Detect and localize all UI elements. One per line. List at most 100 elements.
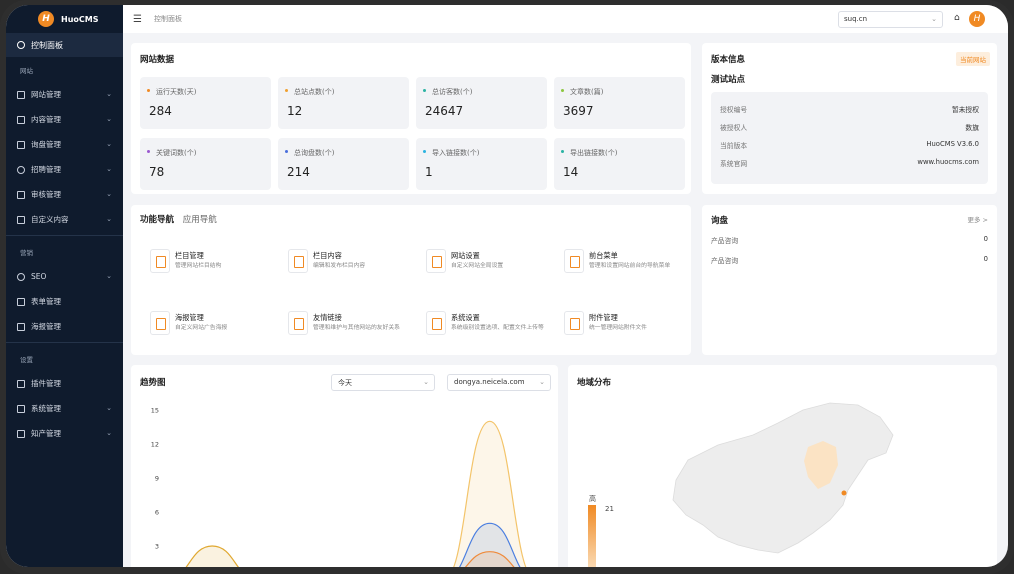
y-tick-label: 9 <box>155 475 159 483</box>
map-card: 地域分布 高 21 <box>568 365 997 567</box>
sidebar-item-review-management[interactable]: 审核管理 ⌄ <box>6 182 123 207</box>
feature-nav-item[interactable]: 海报管理 自定义网站广告海报 <box>145 311 275 351</box>
site-select-value: suq.cn <box>844 15 868 23</box>
feature-nav-item[interactable]: 栏目管理 管理网站栏目结构 <box>145 249 275 289</box>
stat-dot-icon <box>147 150 150 153</box>
sidebar-item-label: 自定义内容 <box>31 215 69 224</box>
row-label: 被授权人 <box>720 124 748 132</box>
nav-item-name: 附件管理 <box>589 313 618 322</box>
app-screen: H HuoCMS 控制面板 网站 网站管理 ⌄ 内容管理 ⌄ 询盘管理 ⌄ 招聘管理 ⌄… <box>6 5 1008 567</box>
tab-feature-nav[interactable]: 功能导航 <box>140 215 174 225</box>
inquiry-row[interactable]: 产品咨询 0 <box>711 235 988 245</box>
sidebar-item-plugin-management[interactable]: 插件管理 <box>6 371 123 396</box>
card-title: 询盘 <box>711 216 729 226</box>
sidebar-item-form-management[interactable]: 表单管理 <box>6 289 123 314</box>
sidebar-item-label: 控制面板 <box>31 40 63 50</box>
browser-icon <box>17 90 25 99</box>
stat-card: 运行天数(天) 284 <box>140 77 271 129</box>
row-label: 产品咨询 <box>711 237 739 245</box>
version-row: 授权编号 暂未授权 <box>720 104 979 114</box>
plugin-icon <box>17 379 25 388</box>
stat-label: 总站点数(个) <box>294 88 335 96</box>
stat-dot-icon <box>423 89 426 92</box>
stat-card: 总访客数(个) 24647 <box>416 77 547 129</box>
stat-card: 关键词数(个) 78 <box>140 138 271 190</box>
card-title: 版本信息 <box>711 55 746 65</box>
chevron-down-icon: ⌄ <box>106 90 112 98</box>
tab-app-nav[interactable]: 应用导航 <box>183 215 217 225</box>
row-value: 0 <box>983 235 988 243</box>
sidebar-item-custom-content[interactable]: 自定义内容 ⌄ <box>6 207 123 232</box>
sidebar-section-title: 网站 <box>20 66 33 75</box>
table-icon <box>17 297 25 306</box>
row-label: 授权编号 <box>720 106 748 114</box>
home-icon[interactable]: ⌂ <box>954 13 960 23</box>
sidebar-item-dashboard[interactable]: 控制面板 <box>6 33 123 57</box>
menu-toggle-icon[interactable]: ☰ <box>133 14 142 25</box>
nav-item-name: 前台菜单 <box>589 251 618 260</box>
sidebar: H HuoCMS 控制面板 网站 网站管理 ⌄ 内容管理 ⌄ 询盘管理 ⌄ 招聘管理 ⌄… <box>6 5 123 567</box>
stat-value: 3697 <box>563 104 594 118</box>
sidebar-item-content-management[interactable]: 内容管理 ⌄ <box>6 107 123 132</box>
image-icon <box>17 115 25 124</box>
stat-label: 总询盘数(个) <box>294 149 335 157</box>
feature-nav-item[interactable]: 前台菜单 管理和设置网站前台的导航菜单 <box>559 249 689 289</box>
more-link[interactable]: 更多 > <box>967 214 988 224</box>
sidebar-item-label: 内容管理 <box>31 115 61 124</box>
y-tick-label: 15 <box>151 407 159 415</box>
sidebar-item-ip-management[interactable]: 知产管理 ⌄ <box>6 421 123 446</box>
document-icon <box>288 249 308 273</box>
feature-nav-item[interactable]: 网站设置 自定义网站全局设置 <box>421 249 551 289</box>
sidebar-divider <box>6 342 123 343</box>
chevron-down-icon: ⌄ <box>106 272 112 280</box>
map-legend-high: 高 <box>589 494 596 503</box>
sidebar-item-label: 海报管理 <box>31 322 61 331</box>
stat-value: 14 <box>563 165 579 179</box>
sidebar-item-label: 系统管理 <box>31 404 61 413</box>
sidebar-item-label: 表单管理 <box>31 297 61 306</box>
stat-label: 关键词数(个) <box>156 149 197 157</box>
sidebar-item-seo[interactable]: SEO ⌄ <box>6 264 123 289</box>
map-legend-bar <box>588 505 596 567</box>
feature-nav-item[interactable]: 友情链接 管理和维护与其他网站的友好关系 <box>283 311 413 351</box>
app-name: HuoCMS <box>61 14 99 24</box>
row-label: 系统官网 <box>720 160 748 168</box>
site-select[interactable]: suq.cn ⌄ <box>838 11 943 28</box>
chevron-down-icon: ⌄ <box>931 15 937 23</box>
nav-item-desc: 编辑和发布栏目内容 <box>313 263 366 269</box>
chevron-down-icon: ⌄ <box>106 140 112 148</box>
row-value: 数旗 <box>965 124 979 132</box>
stat-value: 12 <box>287 104 303 118</box>
dashboard-icon <box>17 41 25 49</box>
folder-icon <box>17 429 25 438</box>
trend-chart: 15 12 9 6 3 <box>151 407 527 567</box>
chevron-down-icon: ⌄ <box>106 190 112 198</box>
feature-nav-item[interactable]: 系统设置 系统级别设置选项、配置文件上传等 <box>421 311 551 351</box>
sidebar-item-site-management[interactable]: 网站管理 ⌄ <box>6 82 123 107</box>
card-title: 网站数据 <box>140 55 175 65</box>
stat-dot-icon <box>285 89 288 92</box>
sidebar-item-poster-management[interactable]: 海报管理 <box>6 314 123 339</box>
official-site-link[interactable]: www.huocms.com <box>917 158 979 166</box>
avatar[interactable]: H <box>969 11 985 27</box>
feature-nav-card: 功能导航 应用导航 栏目管理 管理网站栏目结构 栏目内容 编辑和发布栏目内容 网… <box>131 205 691 355</box>
sidebar-item-system-management[interactable]: 系统管理 ⌄ <box>6 396 123 421</box>
row-label: 产品咨询 <box>711 257 739 265</box>
feature-nav-item[interactable]: 栏目内容 编辑和发布栏目内容 <box>283 249 413 289</box>
stat-card: 文章数(篇) 3697 <box>554 77 685 129</box>
sidebar-item-label: SEO <box>31 272 47 281</box>
stat-dot-icon <box>147 89 150 92</box>
inquiry-row[interactable]: 产品咨询 0 <box>711 255 988 265</box>
sidebar-item-inquiry-management[interactable]: 询盘管理 ⌄ <box>6 132 123 157</box>
app-logo[interactable]: H HuoCMS <box>6 5 123 33</box>
sidebar-item-recruit-management[interactable]: 招聘管理 ⌄ <box>6 157 123 182</box>
message-icon <box>17 140 25 149</box>
feature-nav-item[interactable]: 附件管理 统一管理网站附件文件 <box>559 311 689 351</box>
stat-card: 总站点数(个) 12 <box>278 77 409 129</box>
map-legend-value: 21 <box>605 505 614 513</box>
row-value: 0 <box>983 255 988 263</box>
search-icon <box>17 272 25 281</box>
stat-card: 导出链接数(个) 14 <box>554 138 685 190</box>
row-value: 暂未授权 <box>951 106 979 114</box>
document-icon <box>288 311 308 335</box>
